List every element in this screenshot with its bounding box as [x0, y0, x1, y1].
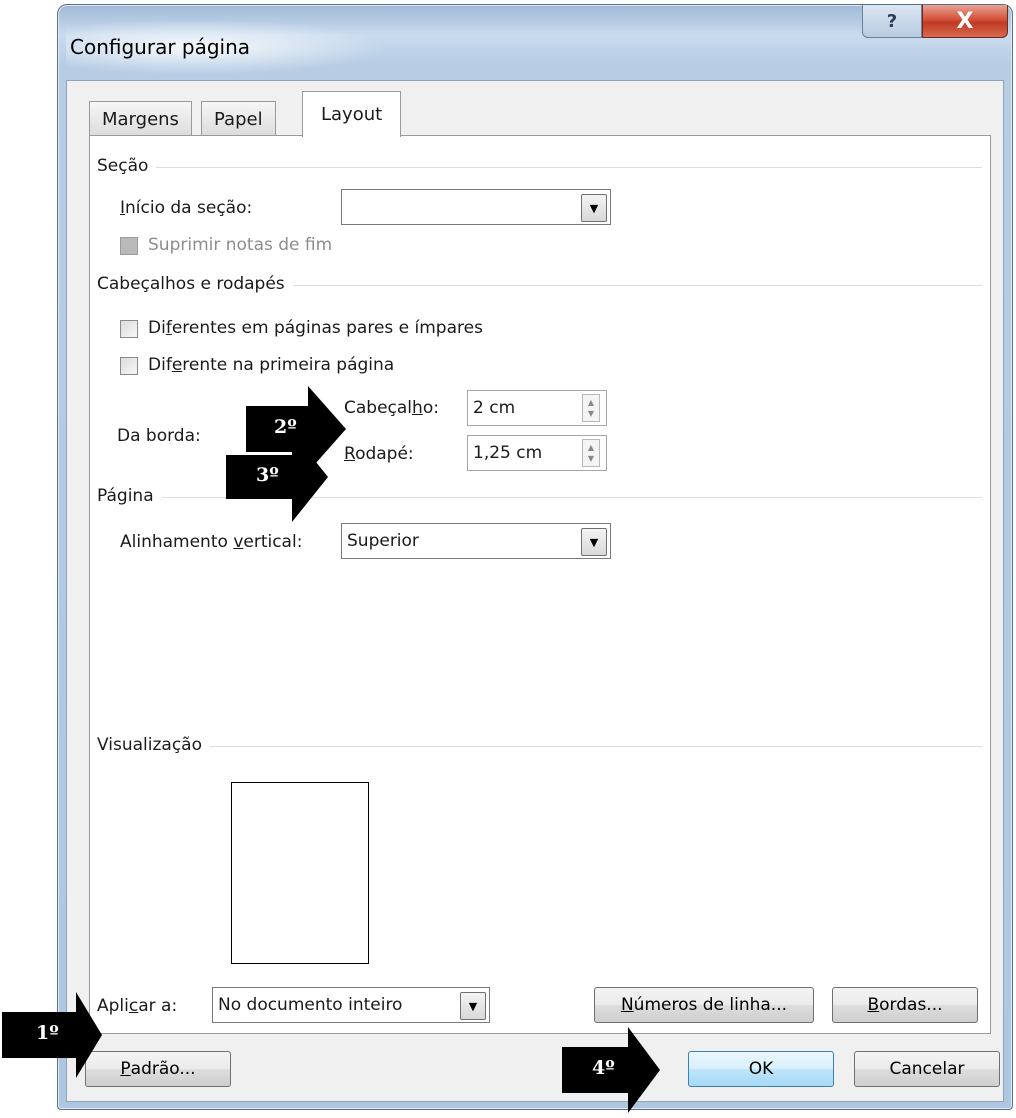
headers-footers-group-label: Cabeçalhos e rodapés [97, 274, 293, 294]
spin-arrows-icon[interactable]: ▲ ▼ [582, 439, 600, 467]
borders-button[interactable]: Bordas... [832, 987, 978, 1023]
chevron-down-icon[interactable]: ▼ [581, 528, 607, 556]
annotation-arrow-3: 3º [226, 432, 346, 522]
cancel-button[interactable]: Cancelar [854, 1051, 1000, 1087]
spin-arrows-icon[interactable]: ▲ ▼ [582, 394, 600, 422]
vertical-alignment-value: Superior [347, 531, 419, 551]
group-divider [100, 746, 982, 747]
page-group-label: Página [97, 486, 162, 506]
help-button[interactable]: ? [862, 5, 922, 38]
title-bar[interactable]: Configurar página ? X [58, 5, 1012, 80]
tab-label: Papel [214, 108, 263, 130]
apply-to-value: No documento inteiro [218, 995, 403, 1015]
close-icon: X [956, 8, 974, 34]
page-preview [231, 782, 369, 964]
ok-button[interactable]: OK [688, 1051, 834, 1087]
tab-margens[interactable]: Margens [89, 101, 192, 136]
close-button[interactable]: X [922, 5, 1008, 38]
footer-distance-label: Rodapé: [344, 444, 414, 464]
vertical-alignment-select[interactable]: Superior ▼ [341, 523, 611, 559]
chevron-down-icon[interactable]: ▼ [581, 194, 607, 222]
annotation-label: 3º [256, 464, 279, 486]
arrow-right-icon [226, 432, 328, 522]
help-icon: ? [886, 10, 898, 32]
from-edge-label: Da borda: [117, 426, 201, 446]
apply-to-label: Aplicar a: [97, 996, 178, 1016]
odd-even-label: Diferentes em páginas pares e ímpares [148, 318, 483, 338]
first-page-label: Diferente na primeira página [148, 355, 395, 375]
caption-buttons: ? X [862, 5, 1008, 39]
header-distance-stepper[interactable]: 2 cm ▲ ▼ [467, 390, 607, 426]
suppress-endnotes-checkbox[interactable] [120, 237, 138, 255]
header-distance-label: Cabeçalho: [344, 398, 439, 418]
tab-papel[interactable]: Papel [201, 101, 276, 136]
odd-even-checkbox[interactable] [120, 320, 138, 338]
section-start-select[interactable]: ▼ [341, 189, 611, 225]
default-button[interactable]: Padrão... [85, 1051, 231, 1087]
annotation-arrow-4: 4º [562, 1027, 662, 1113]
annotation-arrow-1: 1º [2, 992, 102, 1078]
tab-label: Margens [102, 108, 179, 130]
layout-tab-panel: Seção Início da seção: ▼ Suprimir notas … [89, 135, 991, 1034]
page-setup-dialog: Configurar página ? X Margens Papel Layo… [57, 4, 1013, 1110]
suppress-endnotes-label: Suprimir notas de fim [148, 235, 333, 255]
annotation-label: 4º [592, 1057, 615, 1079]
annotation-label: 1º [36, 1022, 59, 1044]
section-group-label: Seção [97, 156, 157, 176]
group-divider [100, 167, 982, 168]
dialog-title: Configurar página [70, 35, 251, 59]
dialog-client-area: Margens Papel Layout Seção Início da seç… [66, 80, 1004, 1102]
section-start-label: Início da seção: [120, 198, 253, 218]
apply-to-select[interactable]: No documento inteiro ▼ [212, 987, 490, 1023]
line-numbers-button[interactable]: Números de linha... [594, 987, 814, 1023]
footer-distance-value: 1,25 cm [473, 443, 543, 463]
chevron-down-icon[interactable]: ▼ [460, 992, 486, 1020]
tab-layout[interactable]: Layout [302, 91, 402, 137]
first-page-checkbox[interactable] [120, 357, 138, 375]
footer-distance-stepper[interactable]: 1,25 cm ▲ ▼ [467, 435, 607, 471]
preview-group-label: Visualização [97, 735, 210, 755]
tab-label: Layout [321, 104, 383, 125]
header-distance-value: 2 cm [473, 398, 516, 418]
vertical-alignment-label: Alinhamento vertical: [120, 532, 303, 552]
